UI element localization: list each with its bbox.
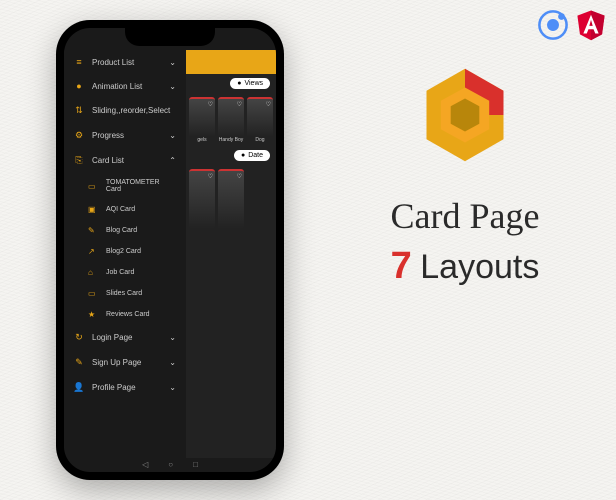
list-icon: ≡	[74, 57, 84, 67]
sub-label: AQI Card	[106, 206, 135, 213]
menu-label: Sliding,,reorder,Select	[92, 106, 176, 115]
card-item[interactable]	[218, 169, 244, 229]
star-icon: ★	[88, 310, 98, 319]
framework-logos	[536, 8, 608, 42]
ionic-icon	[536, 8, 570, 42]
chevron-down-icon: ⌄	[169, 383, 176, 392]
card-label: Dog	[247, 137, 273, 143]
menu-label: Progress	[92, 131, 161, 140]
card-item[interactable]	[218, 97, 244, 137]
menu-item-sliding[interactable]: ⇅ Sliding,,reorder,Select	[64, 98, 186, 123]
arrow-icon: ↗	[88, 247, 98, 256]
phone-mockup: ≡ Product List ⌄ ● Animation List ⌄ ⇅ Sliding…	[56, 20, 284, 480]
menu-item-login[interactable]: ↻ Login Page ⌄	[64, 325, 186, 350]
sub-blog[interactable]: ✎ Blog Card	[64, 220, 186, 241]
sub-tomatometer[interactable]: ▭ TOMATOMETER Card	[64, 173, 186, 199]
app-header	[186, 50, 276, 74]
menu-item-signup[interactable]: ✎ Sign Up Page ⌄	[64, 350, 186, 375]
dot-icon: ●	[74, 81, 84, 91]
title-line1: Card Page	[340, 195, 590, 237]
card-item[interactable]	[247, 97, 273, 137]
menu-label: Profile Page	[92, 383, 161, 392]
user-icon: 👤	[74, 382, 84, 393]
views-pill[interactable]: ● Views	[230, 78, 270, 89]
menu-label: Card List	[92, 156, 161, 165]
gear-icon: ⚙	[74, 130, 84, 141]
square-icon: ▣	[88, 205, 98, 214]
sub-label: Job Card	[106, 269, 134, 276]
sub-label: Reviews Card	[106, 311, 150, 318]
sub-job[interactable]: ⌂ Job Card	[64, 262, 186, 283]
back-icon[interactable]: ◁	[142, 460, 148, 469]
chevron-down-icon: ⌄	[169, 358, 176, 367]
menu-label: Product List	[92, 58, 161, 67]
slides-icon: ▭	[88, 289, 98, 298]
home-icon: ⌂	[88, 268, 98, 277]
sub-label: Blog Card	[106, 227, 137, 234]
main-content: ● Views gels Handy Boy Dog ● Date	[186, 50, 276, 458]
menu-label: Sign Up Page	[92, 358, 161, 367]
chevron-up-icon: ⌃	[169, 156, 176, 165]
chevron-down-icon: ⌄	[169, 82, 176, 91]
card-row	[186, 166, 276, 232]
promo-text: Card Page 7 Layouts	[340, 60, 590, 288]
box-icon: ▭	[88, 182, 98, 191]
sub-label: TOMATOMETER Card	[106, 179, 176, 193]
menu-item-animation-list[interactable]: ● Animation List ⌄	[64, 74, 186, 98]
angular-icon	[574, 8, 608, 42]
layout-count: 7	[391, 245, 412, 287]
chevron-down-icon: ⌄	[169, 58, 176, 67]
home-icon[interactable]: ○	[168, 460, 173, 469]
card-item[interactable]	[189, 169, 215, 229]
card-label: gels	[189, 137, 215, 143]
menu-label: Animation List	[92, 82, 161, 91]
pen-icon: ✎	[88, 226, 98, 235]
chevron-down-icon: ⌄	[169, 333, 176, 342]
date-pill[interactable]: ● Date	[234, 150, 270, 161]
card-icon: ⎘	[74, 155, 84, 166]
card-item[interactable]	[189, 97, 215, 137]
phone-notch	[125, 28, 215, 46]
hexagon-logo	[410, 60, 520, 170]
sub-aqi[interactable]: ▣ AQI Card	[64, 199, 186, 220]
menu-item-profile[interactable]: 👤 Profile Page ⌄	[64, 375, 186, 400]
menu-item-card-list[interactable]: ⎘ Card List ⌃	[64, 148, 186, 173]
chevron-down-icon: ⌄	[169, 131, 176, 140]
sub-blog2[interactable]: ↗ Blog2 Card	[64, 241, 186, 262]
menu-item-product-list[interactable]: ≡ Product List ⌄	[64, 50, 186, 74]
android-nav: ◁ ○ □	[142, 460, 198, 469]
sidebar-menu: ≡ Product List ⌄ ● Animation List ⌄ ⇅ Sliding…	[64, 50, 186, 458]
sub-label: Slides Card	[106, 290, 142, 297]
menu-label: Login Page	[92, 333, 161, 342]
edit-icon: ✎	[74, 357, 84, 368]
card-label: Handy Boy	[218, 137, 244, 143]
sub-reviews[interactable]: ★ Reviews Card	[64, 304, 186, 325]
recent-icon[interactable]: □	[193, 460, 198, 469]
card-row: gels Handy Boy Dog	[186, 94, 276, 146]
sub-slides[interactable]: ▭ Slides Card	[64, 283, 186, 304]
sort-icon: ⇅	[74, 105, 84, 116]
sub-label: Blog2 Card	[106, 248, 141, 255]
refresh-icon: ↻	[74, 332, 84, 343]
title-line2: 7 Layouts	[340, 245, 590, 288]
menu-item-progress[interactable]: ⚙ Progress ⌄	[64, 123, 186, 148]
